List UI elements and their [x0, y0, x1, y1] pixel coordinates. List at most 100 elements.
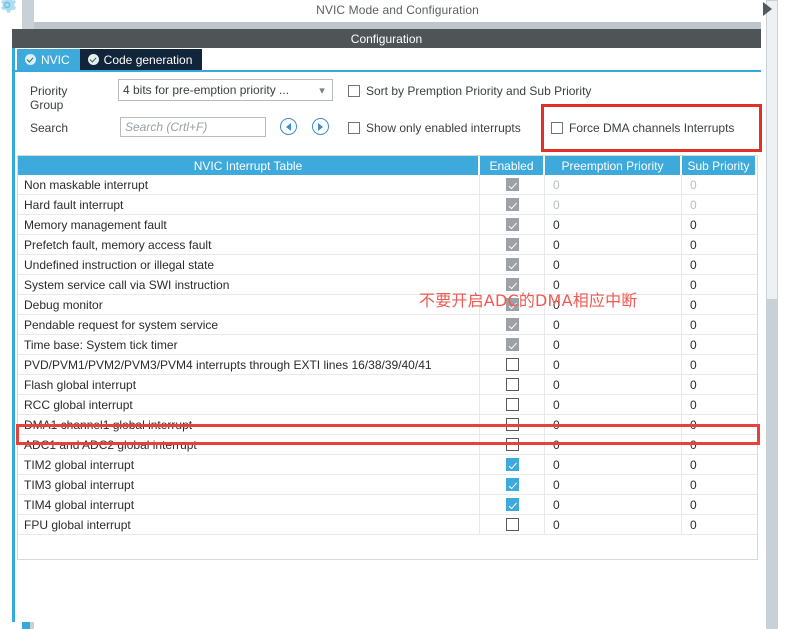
- show-only-enabled-label: Show only enabled interrupts: [366, 121, 521, 135]
- sub-priority-cell[interactable]: 0: [682, 335, 755, 354]
- table-row[interactable]: Undefined instruction or illegal state 0 0: [18, 255, 757, 275]
- sub-priority-cell[interactable]: 0: [682, 435, 755, 454]
- circle-arrow-right-icon[interactable]: [312, 118, 329, 135]
- table-row[interactable]: Time base: System tick timer 0 0: [18, 335, 757, 355]
- enabled-cell[interactable]: [480, 335, 545, 354]
- table-row[interactable]: PVD/PVM1/PVM2/PVM3/PVM4 interrupts throu…: [18, 355, 757, 375]
- preemption-priority-cell[interactable]: 0: [545, 515, 682, 534]
- search-input[interactable]: [120, 117, 266, 137]
- enabled-cell[interactable]: [480, 495, 545, 514]
- sub-priority-cell[interactable]: 0: [682, 475, 755, 494]
- enabled-cell[interactable]: [480, 375, 545, 394]
- table-row[interactable]: TIM4 global interrupt 0 0: [18, 495, 757, 515]
- preemption-priority-cell[interactable]: 0: [545, 375, 682, 394]
- enabled-cell[interactable]: [480, 175, 545, 194]
- enabled-cell[interactable]: [480, 455, 545, 474]
- preemption-priority-cell[interactable]: 0: [545, 475, 682, 494]
- table-row[interactable]: Prefetch fault, memory access fault 0 0: [18, 235, 757, 255]
- sub-priority-cell[interactable]: 0: [682, 455, 755, 474]
- preemption-priority-cell[interactable]: 0: [545, 335, 682, 354]
- enabled-checkbox[interactable]: [505, 478, 519, 491]
- sub-priority-cell[interactable]: 0: [682, 175, 755, 194]
- circle-arrow-left-icon[interactable]: [280, 118, 297, 135]
- show-only-enabled-checkbox[interactable]: Show only enabled interrupts: [348, 121, 521, 135]
- tab-code-generation[interactable]: Code generation: [79, 49, 203, 70]
- enabled-checkbox[interactable]: [505, 378, 519, 391]
- preemption-priority-cell[interactable]: 0: [545, 175, 682, 194]
- enabled-cell[interactable]: [480, 415, 545, 434]
- triangle-right-icon[interactable]: [763, 2, 772, 16]
- vertical-scrollbar-thumb[interactable]: [766, 0, 778, 300]
- enabled-checkbox[interactable]: [505, 438, 519, 451]
- table-row[interactable]: System service call via SWI instruction 0…: [18, 275, 757, 295]
- enabled-cell[interactable]: [480, 315, 545, 334]
- enabled-cell[interactable]: [480, 395, 545, 414]
- enabled-cell[interactable]: [480, 475, 545, 494]
- table-row[interactable]: DMA1 channel1 global interrupt 0 0: [18, 415, 757, 435]
- sub-priority-cell[interactable]: 0: [682, 215, 755, 234]
- checkbox-box: [348, 122, 360, 134]
- enabled-cell[interactable]: [480, 195, 545, 214]
- enabled-checkbox[interactable]: [505, 458, 519, 471]
- table-row[interactable]: Hard fault interrupt 0 0: [18, 195, 757, 215]
- sub-priority-cell[interactable]: 0: [682, 275, 755, 294]
- sort-by-priority-checkbox[interactable]: Sort by Premption Priority and Sub Prior…: [348, 84, 591, 98]
- enabled-checkbox[interactable]: [505, 238, 519, 251]
- table-row[interactable]: RCC global interrupt 0 0: [18, 395, 757, 415]
- enabled-checkbox[interactable]: [505, 318, 519, 331]
- enabled-checkbox[interactable]: [505, 358, 519, 371]
- enabled-checkbox[interactable]: [505, 498, 519, 511]
- preemption-priority-cell[interactable]: 0: [545, 435, 682, 454]
- enabled-checkbox[interactable]: [505, 338, 519, 351]
- enabled-cell[interactable]: [480, 435, 545, 454]
- sub-priority-cell[interactable]: 0: [682, 395, 755, 414]
- enabled-cell[interactable]: [480, 215, 545, 234]
- enabled-checkbox[interactable]: [505, 198, 519, 211]
- table-row[interactable]: TIM2 global interrupt 0 0: [18, 455, 757, 475]
- sub-priority-cell[interactable]: 0: [682, 515, 755, 534]
- sub-priority-cell[interactable]: 0: [682, 415, 755, 434]
- preemption-priority-cell[interactable]: 0: [545, 235, 682, 254]
- enabled-cell[interactable]: [480, 515, 545, 534]
- enabled-checkbox[interactable]: [505, 418, 519, 431]
- table-row[interactable]: Pendable request for system service 0 0: [18, 315, 757, 335]
- enabled-cell[interactable]: [480, 235, 545, 254]
- table-row[interactable]: Non maskable interrupt 0 0: [18, 175, 757, 195]
- sub-priority-cell[interactable]: 0: [682, 235, 755, 254]
- table-row[interactable]: ADC1 and ADC2 global interrupt 0 0: [18, 435, 757, 455]
- enabled-checkbox[interactable]: [505, 178, 519, 191]
- preemption-priority-cell[interactable]: 0: [545, 395, 682, 414]
- tab-nvic[interactable]: NVIC: [17, 49, 80, 70]
- preemption-priority-cell[interactable]: 0: [545, 495, 682, 514]
- preemption-priority-cell[interactable]: 0: [545, 315, 682, 334]
- sub-priority-cell[interactable]: 0: [682, 355, 755, 374]
- preemption-priority-cell[interactable]: 0: [545, 355, 682, 374]
- preemption-priority-cell[interactable]: 0: [545, 455, 682, 474]
- enabled-checkbox[interactable]: [505, 258, 519, 271]
- sub-priority-cell[interactable]: 0: [682, 495, 755, 514]
- sub-priority-cell[interactable]: 0: [682, 195, 755, 214]
- enabled-checkbox[interactable]: [505, 398, 519, 411]
- preemption-priority-cell[interactable]: 0: [545, 215, 682, 234]
- table-row[interactable]: Flash global interrupt 0 0: [18, 375, 757, 395]
- sub-priority-cell[interactable]: 0: [682, 375, 755, 394]
- column-header-enabled[interactable]: Enabled: [480, 156, 545, 175]
- enabled-cell[interactable]: [480, 355, 545, 374]
- table-row[interactable]: TIM3 global interrupt 0 0: [18, 475, 757, 495]
- enabled-checkbox[interactable]: [505, 218, 519, 231]
- preemption-priority-cell[interactable]: 0: [545, 415, 682, 434]
- priority-group-select[interactable]: 4 bits for pre-emption priority ... ▾: [118, 79, 333, 101]
- enabled-checkbox[interactable]: [505, 518, 519, 531]
- preemption-priority-cell[interactable]: 0: [545, 195, 682, 214]
- column-header-name[interactable]: NVIC Interrupt Table: [18, 156, 480, 175]
- column-header-sub-priority[interactable]: Sub Priority: [682, 156, 755, 175]
- sub-priority-cell[interactable]: 0: [682, 315, 755, 334]
- enabled-cell[interactable]: [480, 255, 545, 274]
- sub-priority-cell[interactable]: 0: [682, 295, 755, 314]
- table-row[interactable]: Debug monitor 0 0: [18, 295, 757, 315]
- column-header-preemption-priority[interactable]: Preemption Priority: [545, 156, 682, 175]
- table-row[interactable]: Memory management fault 0 0: [18, 215, 757, 235]
- table-row[interactable]: FPU global interrupt 0 0: [18, 515, 757, 535]
- preemption-priority-cell[interactable]: 0: [545, 255, 682, 274]
- sub-priority-cell[interactable]: 0: [682, 255, 755, 274]
